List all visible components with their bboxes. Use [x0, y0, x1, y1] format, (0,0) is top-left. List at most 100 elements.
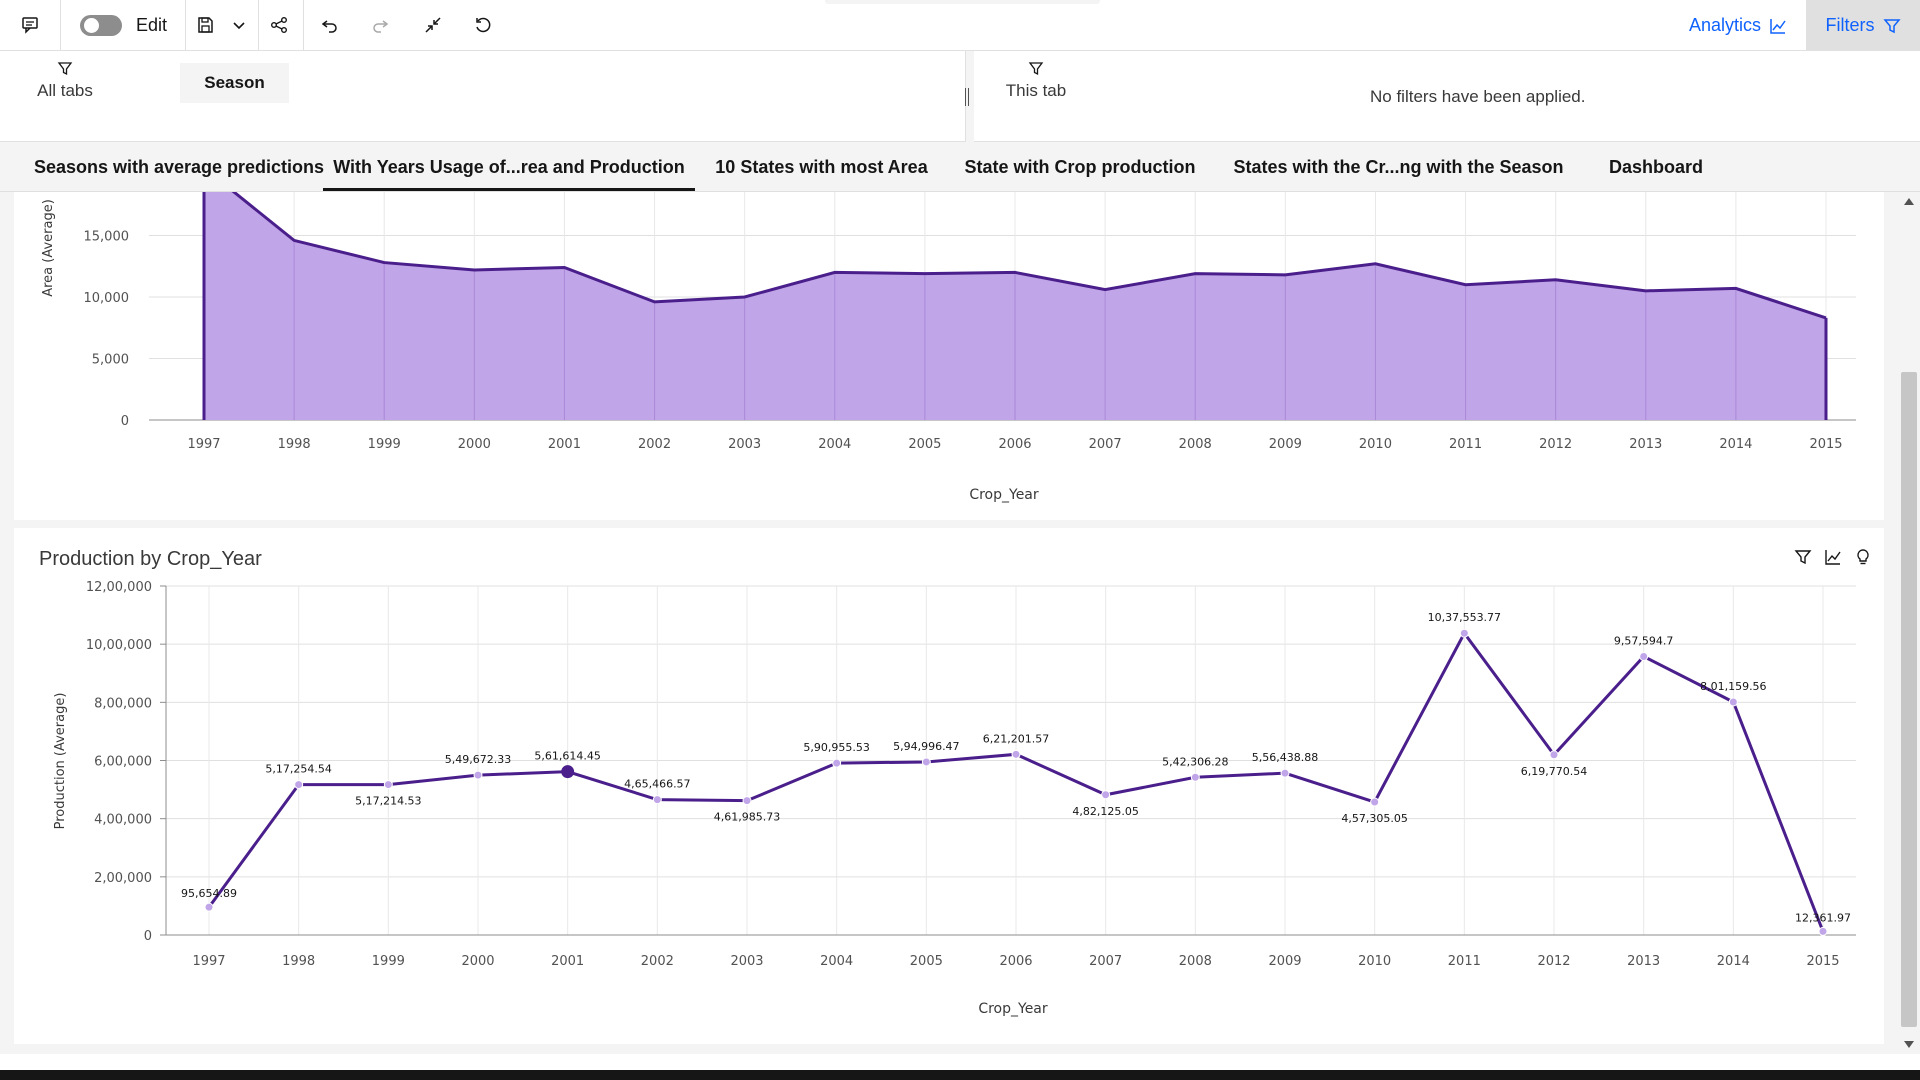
data-point	[1728, 697, 1738, 707]
save-icon[interactable]	[190, 10, 220, 40]
x-tick-label: 2009	[1269, 437, 1302, 452]
toolbar: Edit Analytics Filters	[0, 0, 1920, 51]
y-tick-label: 4,00,000	[94, 813, 152, 828]
x-tick-label: 2001	[551, 954, 584, 969]
data-label: 5,56,438.88	[1252, 751, 1318, 764]
x-tick-label: 1998	[278, 437, 311, 452]
data-point	[1370, 797, 1380, 807]
data-label: 5,42,306.28	[1162, 755, 1228, 768]
redo-icon[interactable]	[365, 10, 395, 40]
data-label: 10,37,553.77	[1428, 611, 1501, 624]
chart-title: Production by Crop_Year	[39, 548, 262, 570]
data-label: 8,01,159.56	[1700, 680, 1766, 693]
data-point	[1549, 750, 1559, 760]
data-label: 5,61,614.45	[534, 750, 600, 763]
tab-dashboard[interactable]: Dashboard	[1596, 142, 1716, 192]
area-chart-panel[interactable]: 0 5,000 10,000 15,000 1997 1998 1999 2000 2001 20…	[14, 192, 1884, 520]
production-chart-panel[interactable]: Production by Crop_Year 0 2,00,000 4,00,00…	[14, 528, 1884, 1044]
scroll-up-icon[interactable]	[1904, 198, 1914, 205]
x-tick-label: 2011	[1449, 437, 1482, 452]
data-label: 9,57,594.7	[1614, 634, 1673, 647]
data-label: 5,17,254.54	[265, 763, 331, 776]
data-label: 5,94,996.47	[893, 740, 959, 753]
x-tick-label: 2013	[1627, 954, 1660, 969]
tab-10-states-most-area[interactable]: 10 States with most Area	[709, 142, 934, 192]
data-point	[204, 902, 214, 912]
this-tab-filter-button[interactable]: This tab	[996, 61, 1076, 101]
reset-icon[interactable]	[468, 10, 498, 40]
x-tick-label: 2013	[1629, 437, 1662, 452]
filter-icon	[30, 61, 100, 77]
data-label: 4,57,305.05	[1341, 812, 1407, 825]
data-label: 6,21,201.57	[983, 732, 1049, 745]
comment-icon[interactable]	[15, 10, 45, 40]
season-filter-chip[interactable]: Season	[180, 63, 289, 103]
filter-icon	[1882, 17, 1901, 35]
collapse-icon[interactable]	[418, 10, 448, 40]
data-point	[383, 780, 393, 790]
edit-toggle[interactable]	[80, 15, 122, 36]
tab-states-crop-season[interactable]: States with the Cr...ng with the Season	[1226, 142, 1571, 192]
y-tick-label: 12,00,000	[86, 580, 152, 595]
tab-state-crop-production[interactable]: State with Crop production	[955, 142, 1205, 192]
x-tick-label: 2007	[1089, 437, 1122, 452]
chevron-down-icon[interactable]	[224, 10, 254, 40]
x-tick-label: 2000	[458, 437, 491, 452]
y-tick-label: 5,000	[92, 353, 129, 368]
x-tick-label: 2002	[641, 954, 674, 969]
x-tick-label: 2005	[908, 437, 941, 452]
x-tick-label: 2014	[1719, 437, 1752, 452]
y-tick-label: 0	[144, 929, 152, 944]
lightbulb-icon[interactable]	[1854, 548, 1872, 566]
tab-seasons-average-predictions[interactable]: Seasons with average predictions	[14, 142, 344, 192]
top-drag-handle[interactable]	[825, 0, 1100, 4]
analytics-button[interactable]: Analytics	[1670, 0, 1806, 51]
data-point	[1190, 772, 1200, 782]
x-tick-label: 2010	[1359, 437, 1392, 452]
y-axis-label: Area (Average)	[41, 199, 56, 297]
data-label: 12,361.97	[1795, 911, 1851, 924]
data-point	[742, 796, 752, 806]
x-tick-label: 2003	[728, 437, 761, 452]
y-tick-label: 10,000	[84, 291, 130, 306]
analytics-label: Analytics	[1688, 15, 1762, 35]
x-tick-label: 2012	[1539, 437, 1572, 452]
x-axis-label: Crop_Year	[978, 1001, 1048, 1017]
filter-icon[interactable]	[1794, 548, 1812, 566]
data-point	[921, 757, 931, 767]
x-tick-label: 2003	[730, 954, 763, 969]
x-tick-label: 1997	[192, 954, 225, 969]
line-chart-icon	[1769, 17, 1787, 35]
data-point	[832, 758, 842, 768]
drag-grip-icon[interactable]	[965, 88, 969, 106]
data-point	[473, 770, 483, 780]
bottom-bar	[0, 1070, 1920, 1080]
edit-label: Edit	[136, 15, 168, 35]
x-tick-label: 2009	[1268, 954, 1301, 969]
filter-area: All tabs Season This tab No filters have…	[0, 51, 1920, 142]
all-tabs-filter-button[interactable]: All tabs	[30, 61, 100, 101]
scroll-down-icon[interactable]	[1904, 1041, 1914, 1048]
share-icon[interactable]	[264, 10, 294, 40]
y-tick-label: 8,00,000	[94, 696, 152, 711]
vertical-scrollbar[interactable]	[1898, 192, 1920, 1054]
x-tick-label: 2006	[998, 437, 1031, 452]
x-tick-label: 2014	[1717, 954, 1750, 969]
line-chart-icon[interactable]	[1824, 548, 1842, 566]
data-point	[294, 780, 304, 790]
y-tick-label: 15,000	[84, 230, 130, 245]
data-label: 5,17,214.53	[355, 795, 421, 808]
tab-bar: Seasons with average predictions With Ye…	[0, 142, 1920, 192]
area-chart: 0 5,000 10,000 15,000 1997 1998 1999 2000 2001 20…	[41, 192, 1856, 503]
chart-toolbar	[1794, 548, 1872, 566]
data-point	[1101, 790, 1111, 800]
y-axis-label: Production (Average)	[53, 693, 68, 830]
undo-icon[interactable]	[315, 10, 345, 40]
data-point	[1818, 926, 1828, 936]
tab-years-usage-area-production[interactable]: With Years Usage of...rea and Production	[323, 142, 695, 192]
x-tick-label: 2007	[1089, 954, 1122, 969]
y-tick-label: 6,00,000	[94, 755, 152, 770]
data-point	[1459, 628, 1469, 638]
scroll-thumb[interactable]	[1901, 372, 1917, 1027]
filters-button[interactable]: Filters	[1806, 0, 1920, 51]
